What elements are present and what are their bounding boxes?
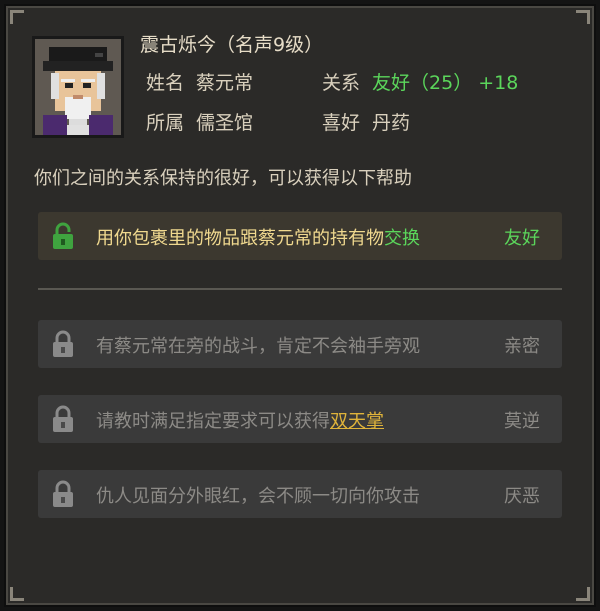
- relation-description: 你们之间的关系保持的很好，可以获得以下帮助: [34, 168, 412, 189]
- section-divider: [38, 288, 562, 290]
- help-option-hostile: 仇人见面分外眼红，会不顾一切向你攻击 厌恶: [38, 470, 562, 518]
- hobby-value: 丹药: [372, 112, 411, 134]
- name-value: 蔡元常: [196, 72, 254, 94]
- faction-label: 所属: [146, 112, 185, 134]
- locked-padlock-icon: [53, 405, 73, 432]
- relation-value: 友好（25）: [372, 72, 473, 94]
- trade-keyword[interactable]: 交换: [384, 228, 420, 249]
- frame-corner: [576, 587, 590, 601]
- name-label: 姓名: [146, 72, 185, 94]
- hobby-label: 喜好: [322, 112, 361, 134]
- unlocked-padlock-icon: [53, 222, 73, 249]
- name-row: 姓名 蔡元常: [146, 68, 253, 95]
- help-option-battle: 有蔡元常在旁的战斗，肯定不会袖手旁观 亲密: [38, 320, 562, 368]
- frame-corner: [10, 587, 24, 601]
- faction-row: 所属 儒圣馆: [146, 108, 253, 135]
- help-option-text: 有蔡元常在旁的战斗，肯定不会袖手旁观: [96, 336, 420, 357]
- locked-padlock-icon: [53, 480, 73, 507]
- relation-delta: +18: [478, 72, 519, 94]
- required-level: 厌恶: [504, 486, 540, 507]
- help-option-text: 仇人见面分外眼红，会不顾一切向你攻击: [96, 486, 420, 507]
- required-level: 亲密: [504, 336, 540, 357]
- required-level: 莫逆: [504, 411, 540, 432]
- help-option-teach: 请教时满足指定要求可以获得双天掌 莫逆: [38, 395, 562, 443]
- frame-corner: [576, 10, 590, 24]
- required-level: 友好: [504, 228, 540, 249]
- relation-row: 关系 友好（25） +18: [322, 68, 518, 95]
- skill-link[interactable]: 双天掌: [330, 411, 384, 432]
- frame-corner: [10, 10, 24, 24]
- help-option-trade[interactable]: 用你包裹里的物品跟蔡元常的持有物交换 友好: [38, 212, 562, 260]
- character-portrait-icon: [35, 39, 121, 135]
- reputation-title: 震古烁今（名声9级）: [140, 34, 324, 56]
- hobby-row: 喜好 丹药: [322, 108, 410, 135]
- help-option-text: 用你包裹里的物品跟蔡元常的持有物交换: [96, 228, 420, 249]
- help-option-text: 请教时满足指定要求可以获得双天掌: [96, 411, 384, 432]
- locked-padlock-icon: [53, 330, 73, 357]
- relation-label: 关系: [322, 72, 361, 94]
- character-portrait: [32, 36, 124, 138]
- faction-value: 儒圣馆: [196, 112, 254, 134]
